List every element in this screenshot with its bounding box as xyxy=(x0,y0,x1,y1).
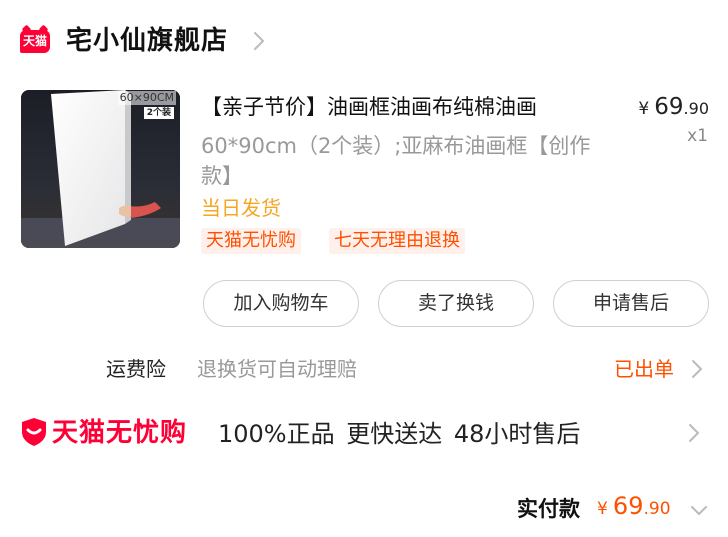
store-header[interactable]: 天猫 宅小仙旗舰店 xyxy=(0,18,728,64)
total-integer: 69 xyxy=(612,492,644,520)
product-price: ¥ 69.90 xyxy=(638,94,709,120)
insurance-label: 运费险 xyxy=(106,357,166,381)
product-title[interactable]: 【亲子节价】油画框油画布纯棉油画 xyxy=(201,92,621,122)
shipping-promise: 当日发货 xyxy=(201,196,281,220)
product-quantity: x1 xyxy=(687,126,708,146)
tag-seven-day-return: 七天无理由退换 xyxy=(329,228,465,254)
tmall-badge-icon: 天猫 xyxy=(20,30,50,53)
total-currency: ¥ xyxy=(597,499,608,519)
thumb-size-label: 60×90CM xyxy=(117,91,176,105)
product-spec: 60*90cm（2个装）;亚麻布油画框【创作款】 xyxy=(201,134,591,188)
product-thumbnail[interactable]: 60×90CM 2个装 xyxy=(21,90,180,248)
insurance-description: 退换货可自动理赔 xyxy=(197,357,357,381)
tag-worry-free: 天猫无忧购 xyxy=(201,228,301,254)
thumb-count-label: 2个装 xyxy=(143,107,174,119)
resell-button[interactable]: 卖了换钱 xyxy=(378,280,534,327)
price-decimal: .90 xyxy=(683,99,709,118)
chevron-down-icon[interactable] xyxy=(690,505,708,517)
chevron-right-icon[interactable] xyxy=(253,31,265,51)
worry-free-brand: 天猫无忧购 xyxy=(52,418,188,448)
after-sales-button[interactable]: 申请售后 xyxy=(553,280,709,327)
tmall-badge-text: 天猫 xyxy=(22,34,47,48)
store-name[interactable]: 宅小仙旗舰店 xyxy=(66,22,228,60)
add-to-cart-button[interactable]: 加入购物车 xyxy=(203,280,359,327)
order-detail-card: 天猫 宅小仙旗舰店 60×90CM 2个装 【亲子节价】油画框油画布纯棉油画 ¥… xyxy=(0,0,728,537)
total-decimal: .90 xyxy=(643,499,671,519)
price-integer: 69 xyxy=(654,94,684,120)
total-price: ¥ 69.90 xyxy=(597,492,671,520)
price-currency: ¥ xyxy=(638,99,650,119)
worry-free-benefits[interactable]: 100%正品 更快送达 48小时售后 xyxy=(218,415,580,453)
chevron-right-icon[interactable] xyxy=(691,359,703,379)
total-label: 实付款 xyxy=(517,497,580,521)
insurance-status[interactable]: 已出单 xyxy=(614,355,674,383)
chevron-right-icon[interactable] xyxy=(688,423,700,443)
shield-icon xyxy=(22,418,46,446)
